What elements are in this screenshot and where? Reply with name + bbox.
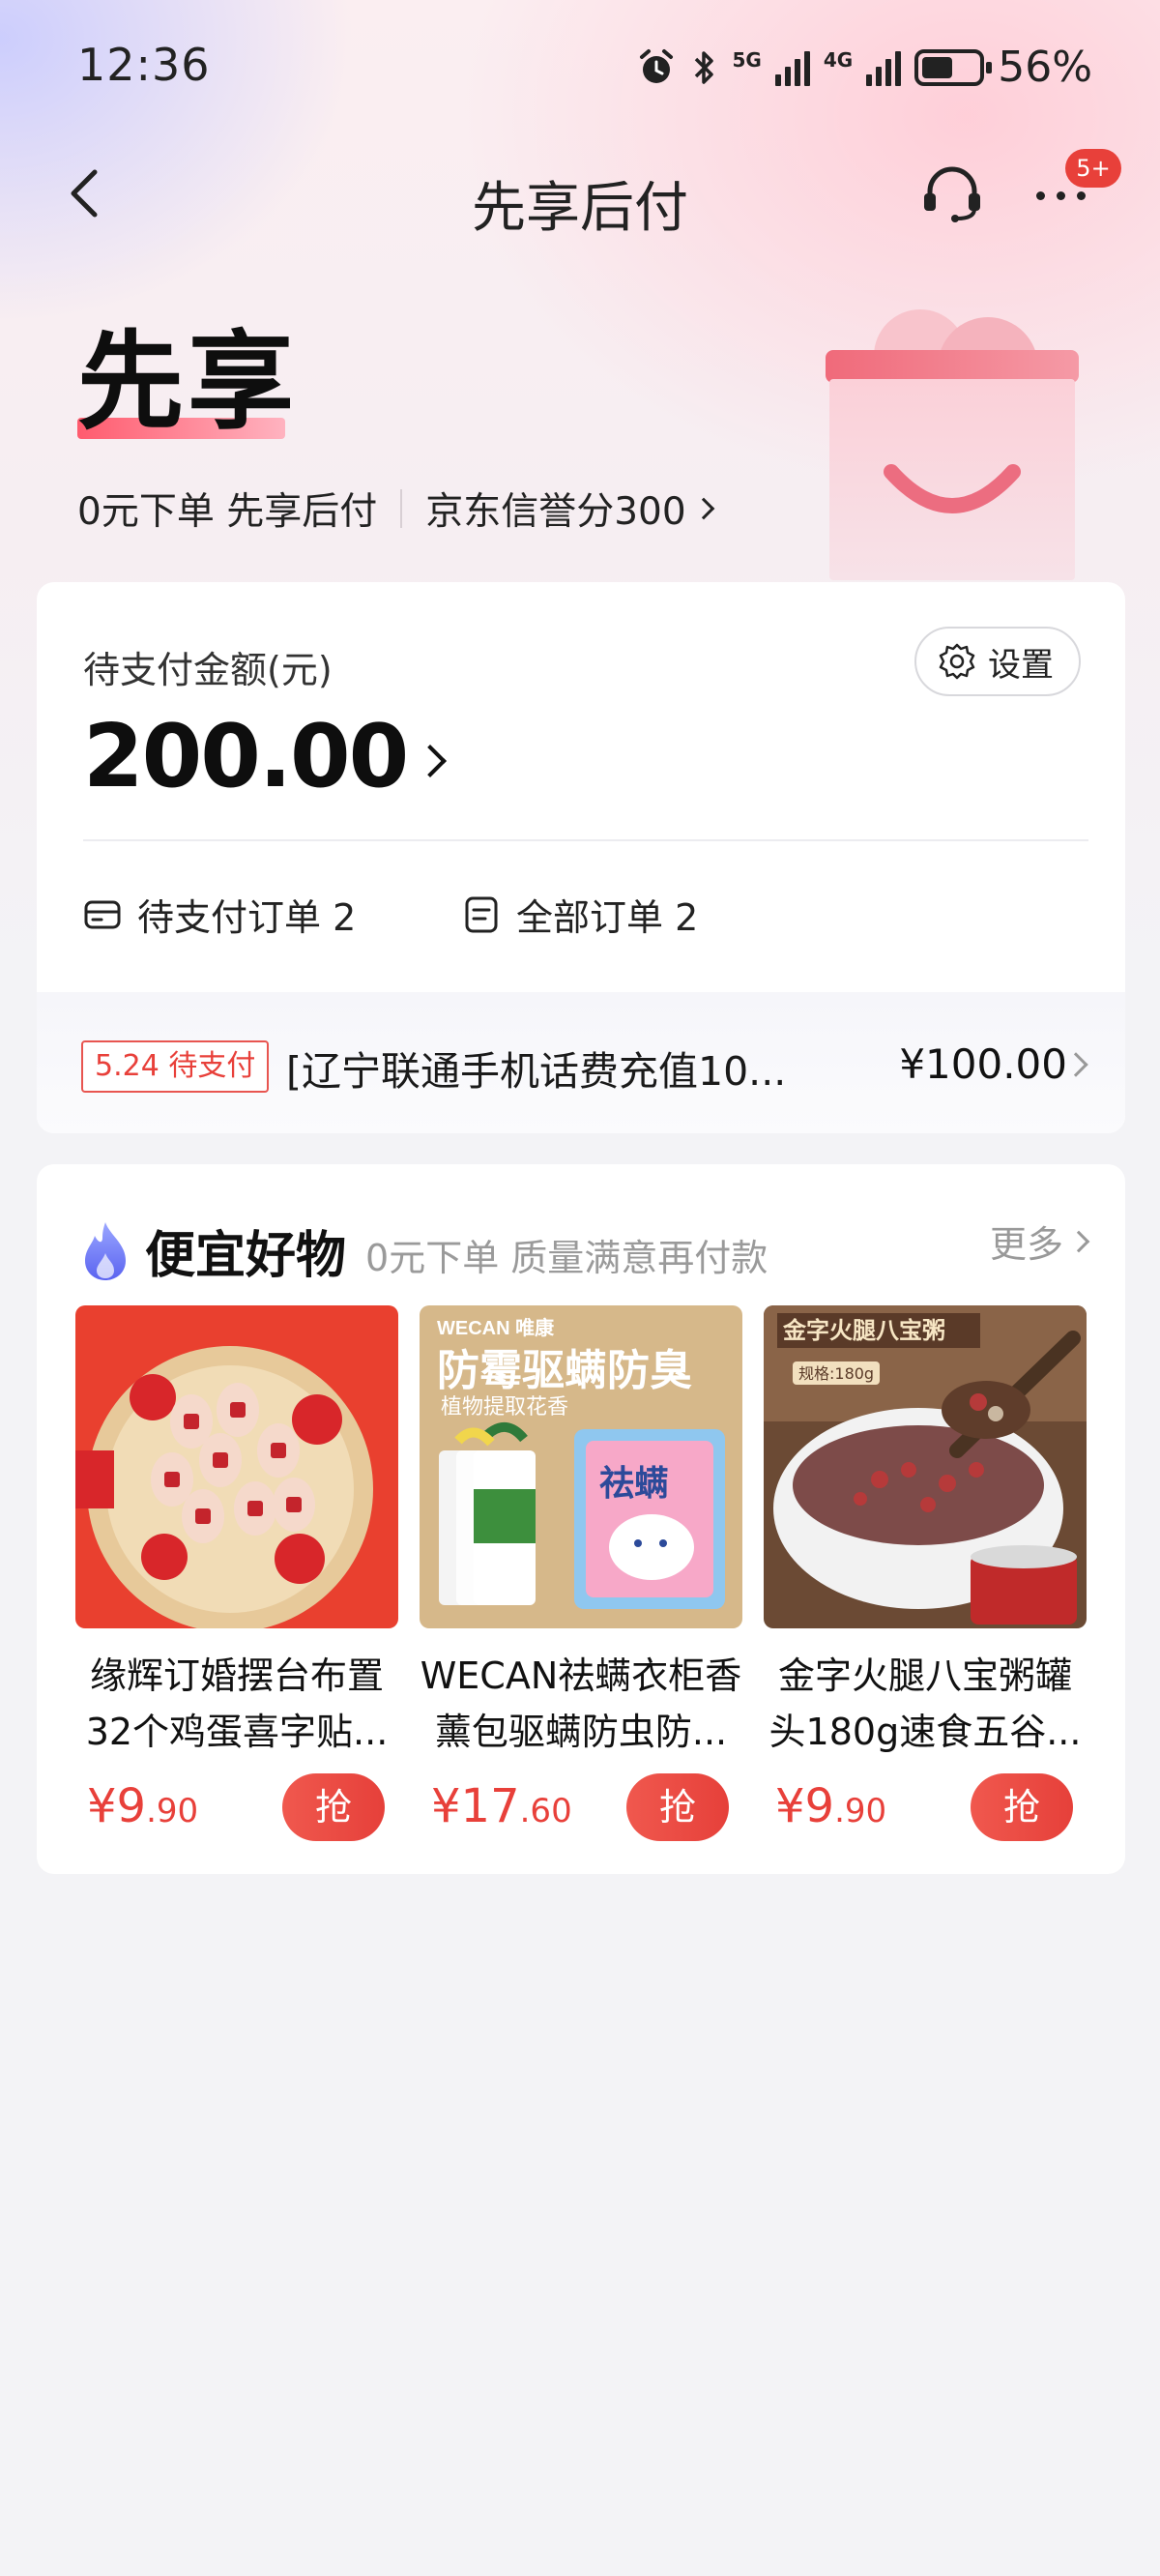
product-image-mite-sachet[interactable]: WECAN 唯康 防霉驱螨防臭 植物提取花香 祛螨 <box>420 1305 742 1628</box>
page-title: 先享后付 <box>472 177 688 240</box>
alarm-icon <box>639 48 673 83</box>
headline-text: 金字火腿八宝粥 <box>782 1317 945 1344</box>
product-card[interactable]: WECAN 唯康 防霉驱螨防臭 植物提取花香 祛螨 WECAN祛螨衣柜香薰包驱螨… <box>420 1305 742 1847</box>
pending-orders-link[interactable]: 待支付订单 2 <box>83 888 356 941</box>
battery-fill <box>922 56 953 78</box>
document-icon <box>465 896 498 932</box>
credit-score-link[interactable]: 京东信誉分300 <box>425 482 714 536</box>
product-name: 缘辉订婚摆台布置32个鸡蛋喜字贴... <box>85 1654 389 1753</box>
flame-icon <box>85 1221 126 1280</box>
pending-amount-link[interactable]: 200.00 <box>83 706 448 807</box>
deals-card: 便宜好物 0元下单 质量满意再付款 更多 缘辉订婚摆台布置32个鸡蛋喜字贴...… <box>37 1164 1125 1874</box>
deals-subtitle: 0元下单 质量满意再付款 <box>365 1237 768 1279</box>
divider <box>83 839 1088 841</box>
product-price: ¥17.60 <box>431 1779 572 1833</box>
more-label: 更多 <box>989 1223 1063 1266</box>
product-name: 金字火腿八宝粥罐头180g速食五谷... <box>768 1654 1082 1753</box>
bill-row[interactable]: 5.24 待支付 [辽宁联通手机话费充值10... ¥100.00 <box>37 992 1125 1133</box>
price-integer: ¥17 <box>431 1779 520 1833</box>
chevron-right-icon <box>1067 1230 1090 1252</box>
signal-4g-label: 4G <box>823 47 854 72</box>
chevron-right-icon <box>1063 1052 1088 1077</box>
product-name: WECAN祛螨衣柜香薰包驱螨防虫防... <box>420 1654 742 1753</box>
pending-orders-label: 待支付订单 2 <box>137 896 357 939</box>
grab-button[interactable]: 抢 <box>626 1773 729 1841</box>
product-card[interactable]: 金字火腿八宝粥 规格:180g 金字火腿八宝粥罐头180g速食五谷... ¥9.… <box>764 1305 1087 1847</box>
sub-text: 植物提取花香 <box>441 1395 568 1420</box>
chevron-right-icon <box>414 744 448 777</box>
price-decimal: .90 <box>834 1792 887 1830</box>
shopping-bag-illustration <box>826 309 1079 580</box>
status-time: 12:36 <box>77 39 211 91</box>
hero-subline: 0元下单 先享后付 京东信誉分300 <box>77 482 714 536</box>
card-icon <box>84 900 121 928</box>
price-decimal: .60 <box>519 1792 572 1830</box>
spec-text: 规格:180g <box>798 1364 874 1383</box>
price-integer: ¥9 <box>87 1779 147 1833</box>
bluetooth-icon <box>694 50 713 84</box>
pending-amount-label: 待支付金额(元) <box>83 649 333 691</box>
status-bar: 12:36 5G 4G 56% <box>0 0 1160 135</box>
bill-amount: ¥100.00 <box>899 1040 1067 1088</box>
hero-title: 先享 <box>77 320 298 444</box>
credit-score-label: 京东信誉分300 <box>425 490 686 534</box>
price-decimal: .90 <box>146 1792 199 1830</box>
bill-due-tag: 5.24 待支付 <box>81 1040 270 1093</box>
status-icons: 5G 4G 56% <box>636 43 1092 92</box>
grab-button[interactable]: 抢 <box>971 1773 1073 1841</box>
product-image-porridge[interactable]: 金字火腿八宝粥 规格:180g <box>764 1305 1087 1628</box>
headline-text: 防霉驱螨防臭 <box>437 1346 692 1395</box>
pending-amount-value: 200.00 <box>83 706 409 807</box>
signal-4g-bars-icon <box>866 49 902 86</box>
notification-badge: 5+ <box>1065 149 1121 188</box>
product-price: ¥9.90 <box>775 1779 886 1833</box>
nav-bar: 先享后付 5+ <box>0 135 1160 251</box>
deals-header: 便宜好物 0元下单 质量满意再付款 <box>81 1215 768 1287</box>
settings-label: 设置 <box>988 645 1054 685</box>
gear-icon <box>939 643 975 680</box>
product-price: ¥9.90 <box>87 1779 198 1833</box>
battery-percent: 56% <box>998 43 1092 92</box>
pack-text: 祛螨 <box>599 1464 669 1504</box>
product-image-wedding-eggs[interactable] <box>75 1305 398 1632</box>
deals-title: 便宜好物 <box>145 1227 347 1285</box>
all-orders-label: 全部订单 2 <box>516 896 699 939</box>
hero-divider <box>400 489 403 528</box>
pending-payment-card: 待支付金额(元) 设置 200.00 待支付订单 2 全部订单 2 5.24 待… <box>37 582 1125 1133</box>
more-dots-icon <box>1036 191 1086 200</box>
signal-5g-label: 5G <box>732 47 762 72</box>
hero-tagline: 0元下单 先享后付 <box>77 490 378 534</box>
bill-name: [辽宁联通手机话费充值10... <box>286 1048 787 1095</box>
grab-button[interactable]: 抢 <box>282 1773 385 1841</box>
battery-icon <box>914 48 993 86</box>
chevron-right-icon <box>692 497 714 520</box>
settings-button[interactable]: 设置 <box>914 627 1081 696</box>
brand-text: WECAN 唯康 <box>437 1316 555 1339</box>
all-orders-link[interactable]: 全部订单 2 <box>462 888 698 941</box>
more-menu-button[interactable]: 5+ <box>1025 149 1121 230</box>
deals-more-link[interactable]: 更多 <box>989 1215 1090 1268</box>
customer-service-icon[interactable] <box>918 161 986 228</box>
price-integer: ¥9 <box>775 1779 835 1833</box>
signal-5g-bars-icon <box>774 49 810 86</box>
product-card[interactable]: 缘辉订婚摆台布置32个鸡蛋喜字贴... ¥9.90 抢 <box>75 1305 398 1847</box>
product-list: 缘辉订婚摆台布置32个鸡蛋喜字贴... ¥9.90 抢 WECAN 唯康 防霉驱… <box>75 1305 1087 1847</box>
